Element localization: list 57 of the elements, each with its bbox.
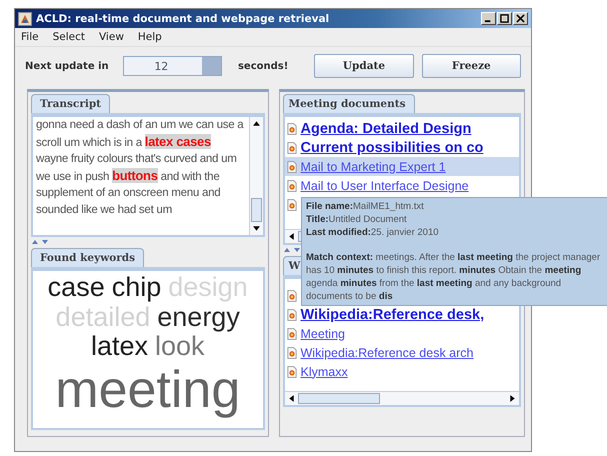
countdown-value: 12 (153, 60, 170, 72)
splitter-arrows-icon[interactable] (31, 239, 51, 245)
keyword: meeting (55, 362, 240, 420)
document-icon (286, 160, 296, 172)
scrollbar-thumb[interactable] (298, 393, 380, 404)
vertical-scrollbar[interactable] (248, 117, 262, 235)
document-icon (286, 366, 296, 378)
scroll-left-icon[interactable] (286, 232, 296, 241)
maximize-icon (500, 14, 509, 23)
document-icon (286, 308, 296, 320)
scroll-down-icon[interactable] (252, 224, 260, 233)
document-icon (286, 328, 296, 340)
close-button[interactable] (513, 12, 528, 25)
toolbar-button[interactable]: Update (314, 54, 414, 78)
documents-tab[interactable]: Meeting documents (282, 94, 415, 113)
menu-item[interactable]: Help (138, 31, 162, 43)
document-icon (286, 198, 296, 210)
keyword: chip (112, 273, 162, 303)
document-link[interactable]: Mail to User Interface Designe (300, 178, 469, 192)
window-title: ACLD: real-time document and webpage retrieval (36, 12, 330, 24)
transcript-text: gonna need a dash of an um we can use a scroll um which is in a latex cases wayne fruity colours that's curved and um we use in push buttons and with the supplement of an onscreen menu and sounded like we had set um (35, 117, 245, 218)
maximize-button[interactable] (497, 12, 512, 25)
seconds-label: seconds! (238, 60, 288, 72)
keyword: energy (157, 302, 240, 332)
document-icon (286, 122, 296, 134)
toolbar-button[interactable]: Freeze (422, 54, 521, 78)
scroll-right-icon[interactable] (508, 394, 517, 403)
document-link[interactable]: Current possibilities on co (300, 140, 484, 156)
tooltip-line: Title:Untitled Document (306, 213, 408, 226)
keyword: look (155, 332, 205, 362)
document-link[interactable]: Wikipedia:Reference desk arch (300, 346, 474, 360)
splitter-arrows-icon[interactable] (282, 247, 302, 253)
document-link[interactable]: Agenda: Detailed Design (300, 120, 472, 136)
document-icon (286, 142, 296, 154)
update-label: Next update in (25, 60, 109, 72)
minimize-button[interactable] (481, 12, 496, 25)
horizontal-scrollbar[interactable] (284, 391, 519, 405)
scroll-up-icon[interactable] (252, 119, 260, 128)
menu-item[interactable]: Select (52, 31, 85, 43)
transcript-tab[interactable]: Transcript (31, 94, 110, 113)
tooltip-line: File name:MailME1_htm.txt (306, 200, 425, 213)
document-link[interactable]: Klymaxx (300, 364, 348, 378)
document-icon (286, 290, 296, 302)
keyword: latex (90, 332, 148, 362)
menu-item[interactable]: View (98, 31, 124, 43)
close-icon (516, 14, 525, 23)
scrollbar-thumb[interactable] (250, 198, 262, 222)
keywords-tab[interactable]: Found keywords (31, 248, 144, 267)
menu-item[interactable]: File (21, 31, 39, 43)
document-link[interactable]: Meeting (300, 326, 345, 340)
tooltip-line: Last modified:25. janvier 2010 (306, 226, 440, 239)
document-link[interactable]: Wikipedia:Reference desk, (300, 306, 484, 322)
scroll-left-icon[interactable] (286, 394, 296, 403)
document-icon (286, 346, 296, 358)
document-icon (286, 180, 296, 192)
keyword: case (48, 273, 105, 303)
app-icon (18, 12, 32, 26)
